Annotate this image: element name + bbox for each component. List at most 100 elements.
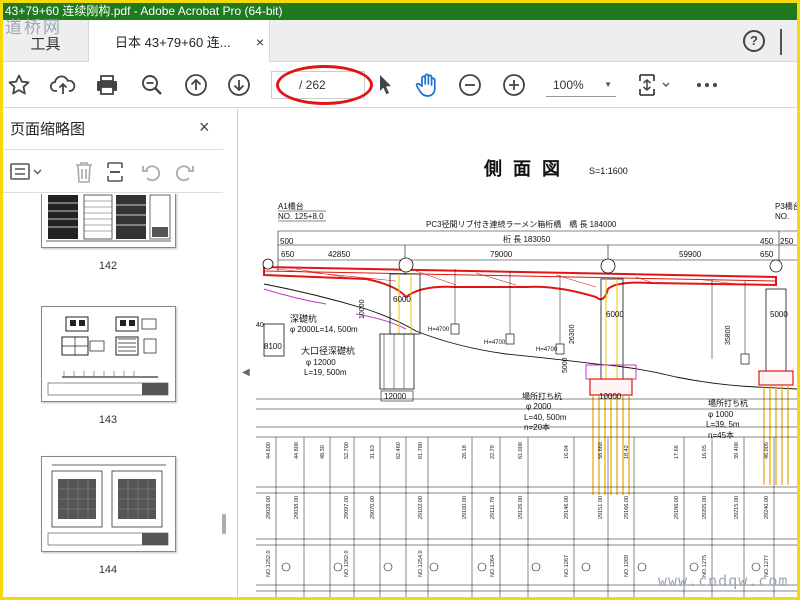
page-display-icon[interactable] [635,72,675,98]
svg-text:NO.1254.0: NO.1254.0 [418,550,424,577]
sign-in-icon[interactable] [780,29,797,55]
large-pile-label: 大口径深礎杭 [301,345,355,356]
dim-h4700c: H=4700 [536,347,558,353]
dim-26300: 26300 [569,324,576,344]
right-abutment-label: P3橋台 [775,201,797,211]
upload-cloud-icon[interactable] [49,72,77,98]
thumbnail-scrollbar[interactable] [221,194,227,597]
span-dim: 59900 [679,250,702,259]
chevron-down-icon: ▼ [604,80,612,89]
left-abutment-label: A1橋台 [278,201,304,211]
thumbnail-page-number: 143 [98,414,118,426]
dim-10000: 10000 [359,299,366,319]
zoom-out-icon[interactable] [456,72,484,98]
right-pile-label: 場所打ち杭 [708,398,748,408]
dim-6000a: 6000 [393,295,411,304]
star-icon[interactable] [5,72,33,98]
scrollbar-thumb[interactable] [222,514,226,534]
span-dim: 450 [760,237,774,246]
tab-document[interactable]: 日本 43+79+60 连... × [88,20,270,63]
zoom-level-select[interactable]: 100% ▼ [546,75,616,97]
svg-text:44.600: 44.600 [266,442,272,459]
arrow-up-circle-icon[interactable] [182,72,210,98]
arrow-down-circle-icon[interactable] [225,72,253,98]
svg-text:NO.1269: NO.1269 [624,555,630,577]
page-number-field[interactable]: / 262 [271,71,365,99]
svg-text:NO.1267: NO.1267 [564,555,570,577]
thumbnail-panel: 页面缩略图 × 142 143 144 [3,109,238,597]
more-icon[interactable] [693,72,721,98]
svg-text:56.860: 56.860 [598,442,604,459]
thumbnail-toolbar [3,149,223,193]
thumbnail-options-icon[interactable] [9,159,45,185]
cast-pile-label: 場所打ち杭 [522,391,562,401]
dim-35800: 35800 [725,325,732,345]
span-dim: 650 [281,250,295,259]
span-dim: 79000 [490,250,513,259]
hand-icon[interactable] [413,72,441,98]
svg-text:46.005: 46.005 [764,442,770,459]
svg-text:52.700: 52.700 [344,442,350,459]
right-pile-length: L=39, 5m [706,420,740,429]
tab-close-icon[interactable]: × [251,34,269,50]
zoom-in-icon[interactable] [500,72,528,98]
zoom-search-icon[interactable] [138,72,166,98]
svg-text:29100.00: 29100.00 [462,496,468,519]
svg-text:17.66: 17.66 [674,445,680,459]
svg-text:29240.00: 29240.00 [764,496,770,519]
rotate-left-icon[interactable] [139,159,165,185]
pointer-cursor-icon[interactable] [371,72,399,98]
page-number-input[interactable] [279,74,299,96]
svg-text:NO.1262.0: NO.1262.0 [344,550,350,577]
tab-document-label: 日本 43+79+60 连... [115,35,231,50]
thumbnail-page-number: 142 [98,260,118,272]
right-pile-diameter: φ 1000 [708,410,734,419]
deep-pile-label: 深礎杭 [290,313,317,324]
svg-text:28.18: 28.18 [462,445,468,459]
cast-pile-diameter: φ 2000 [526,402,552,411]
girder-length: 桁 長 183050 [503,234,551,244]
svg-text:29205.00: 29205.00 [702,496,708,519]
dim-6000b: 6000 [606,310,624,319]
drawing-scale: S=1:1600 [589,166,628,176]
svg-text:29186.00: 29186.00 [674,496,680,519]
main-toolbar: / 262 100% ▼ [3,62,797,108]
svg-text:29038.00: 29038.00 [294,496,300,519]
svg-text:44.800: 44.800 [294,442,300,459]
span-dim: 42850 [328,250,351,259]
svg-text:22.79: 22.79 [490,445,496,459]
svg-text:29126.00: 29126.00 [518,496,524,519]
svg-text:61.000: 61.000 [518,442,524,459]
svg-text:39.400: 39.400 [734,442,740,459]
thumbnail-page[interactable] [41,194,176,248]
rotate-right-icon[interactable] [171,159,197,185]
dim-h4700b: H=4700 [484,340,506,346]
trash-icon[interactable] [71,159,97,185]
close-icon[interactable]: × [199,117,210,138]
bridge-name: PC3径間リブ付き連続ラーメン箱桁橋 橋 長 184000 [426,219,617,229]
thumbnail-page[interactable] [41,306,176,402]
svg-text:18.42: 18.42 [624,445,630,459]
thumbnail-list: 142 143 144 [3,194,223,597]
svg-text:29166.00: 29166.00 [624,496,630,519]
svg-text:NO.1252.0: NO.1252.0 [266,550,272,577]
left-abutment-station: NO. 125+8.0 [278,212,324,221]
dim-12000: 12000 [384,392,407,401]
insert-page-icon[interactable] [103,159,129,185]
right-abutment-station: NO. [775,212,789,221]
svg-text:29146.00: 29146.00 [564,496,570,519]
dim-8100: 8100 [264,342,282,351]
acrobat-window: 43+79+60 连续刚构.pdf - Adobe Acrobat Pro (6… [3,3,797,597]
dim-h4700a: H=4700 [428,327,450,333]
deep-pile-spec: φ 2000L=14, 500m [290,325,358,334]
svg-text:61.780: 61.780 [418,442,424,459]
svg-text:62.460: 62.460 [396,442,402,459]
svg-text:29028.00: 29028.00 [266,496,272,519]
help-icon[interactable]: ? [743,30,765,52]
collapse-panel-icon[interactable]: ◀ [242,367,250,378]
cast-pile-length: L=40, 500m [524,413,567,422]
thumbnail-panel-title: 页面缩略图 [10,121,86,138]
print-icon[interactable] [93,72,121,98]
thumbnail-page[interactable] [41,456,176,552]
svg-text:29215.00: 29215.00 [734,496,740,519]
